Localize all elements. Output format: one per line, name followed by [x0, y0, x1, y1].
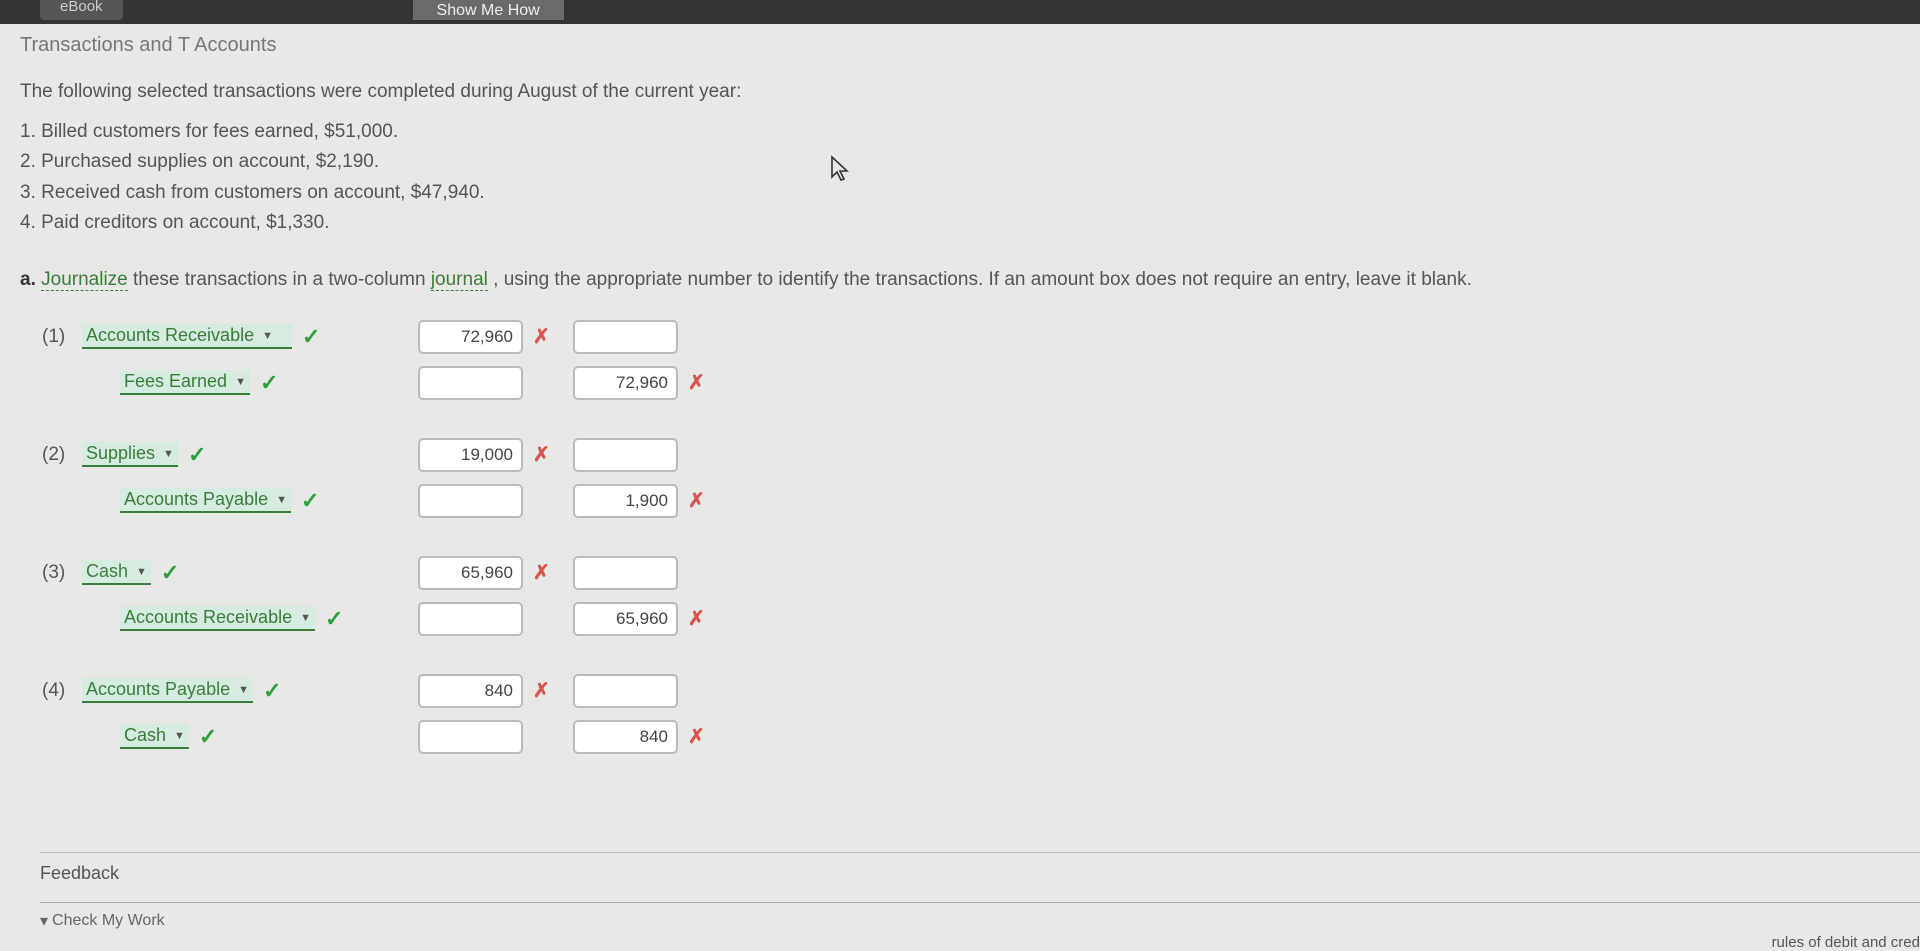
x-icon: ✗ — [533, 560, 550, 585]
check-icon: ✓ — [301, 488, 319, 514]
entry-number: (2) — [42, 444, 82, 466]
instruction-mid: these transactions in a two-column — [133, 269, 431, 290]
transaction-item: 4. Paid creditors on account, $1,330. — [20, 208, 1900, 238]
transaction-item: 1. Billed customers for fees earned, $51… — [20, 117, 1900, 147]
entry-number: (4) — [42, 680, 82, 702]
debit-input[interactable] — [418, 366, 523, 400]
page-title: Transactions and T Accounts — [20, 34, 1900, 57]
chevron-down-icon: ▼ — [238, 684, 249, 696]
entry-number: (3) — [42, 562, 82, 584]
transaction-item: 2. Purchased supplies on account, $2,190… — [20, 147, 1900, 177]
account-label: Supplies — [86, 443, 155, 464]
x-icon: ✗ — [688, 606, 705, 631]
chevron-down-icon: ▼ — [300, 612, 311, 624]
account-label: Cash — [124, 725, 166, 746]
account-select[interactable]: Accounts Payable ▼ — [120, 488, 291, 513]
check-icon: ✓ — [263, 678, 281, 704]
credit-input[interactable] — [573, 602, 678, 636]
cursor-icon — [830, 155, 852, 190]
journal-row-credit: Accounts Payable ▼ ✓ ✗ — [42, 481, 1900, 521]
account-label: Fees Earned — [124, 371, 227, 392]
instruction-prefix: a. — [20, 269, 41, 290]
top-bar: eBook Show Me How — [0, 0, 1920, 24]
journal-row-credit: Cash ▼ ✓ ✗ — [42, 717, 1900, 757]
account-select[interactable]: Cash ▼ — [120, 724, 189, 749]
x-icon: ✗ — [688, 724, 705, 749]
debit-input[interactable] — [418, 556, 523, 590]
credit-input[interactable] — [573, 366, 678, 400]
feedback-title: Feedback — [40, 853, 1920, 903]
link-journalize[interactable]: Journalize — [41, 269, 128, 291]
x-icon: ✗ — [688, 488, 705, 513]
chevron-down-icon: ▼ — [174, 730, 185, 742]
account-select[interactable]: Accounts Receivable ▼ — [82, 324, 292, 349]
journal-group: (2) Supplies ▼ ✓ ✗ — [42, 435, 1900, 521]
chevron-down-icon: ▼ — [136, 566, 147, 578]
account-label: Cash — [86, 561, 128, 582]
journal-row-credit: Accounts Receivable ▼ ✓ ✗ — [42, 599, 1900, 639]
content-area: Transactions and T Accounts The followin… — [0, 24, 1920, 757]
debit-input[interactable] — [418, 320, 523, 354]
debit-input[interactable] — [418, 438, 523, 472]
account-label: Accounts Payable — [86, 679, 230, 700]
credit-input[interactable] — [573, 674, 678, 708]
check-work-label: Check My Work — [52, 912, 165, 930]
x-icon: ✗ — [533, 324, 550, 349]
instruction-rest: , using the appropriate number to identi… — [493, 269, 1472, 290]
journal-row-debit: (3) Cash ▼ ✓ ✗ — [42, 553, 1900, 593]
tab-show-me-how[interactable]: Show Me How — [413, 0, 564, 20]
tab-ebook[interactable]: eBook — [40, 0, 123, 20]
credit-input[interactable] — [573, 720, 678, 754]
journal-group: (4) Accounts Payable ▼ ✓ ✗ — [42, 671, 1900, 757]
chevron-down-icon: ▼ — [235, 376, 246, 388]
check-icon: ✓ — [161, 560, 179, 586]
instruction-text: a. Journalize these transactions in a tw… — [20, 269, 1900, 291]
check-icon: ✓ — [325, 606, 343, 632]
account-select[interactable]: Fees Earned ▼ — [120, 370, 250, 395]
intro-text: The following selected transactions were… — [20, 81, 1900, 103]
transaction-list: 1. Billed customers for fees earned, $51… — [20, 117, 1900, 239]
journal-entries: (1) Accounts Receivable ▼ ✓ ✗ — [20, 317, 1900, 757]
account-select[interactable]: Supplies ▼ — [82, 442, 178, 467]
cutoff-text: rules of debit and cred — [1772, 934, 1920, 951]
check-icon: ✓ — [302, 324, 320, 350]
debit-input[interactable] — [418, 602, 523, 636]
debit-input[interactable] — [418, 484, 523, 518]
account-label: Accounts Receivable — [86, 325, 254, 346]
credit-input[interactable] — [573, 484, 678, 518]
debit-input[interactable] — [418, 674, 523, 708]
account-label: Accounts Payable — [124, 489, 268, 510]
account-label: Accounts Receivable — [124, 607, 292, 628]
link-journal[interactable]: journal — [431, 269, 488, 291]
credit-input[interactable] — [573, 320, 678, 354]
account-select[interactable]: Accounts Payable ▼ — [82, 678, 253, 703]
feedback-section: Feedback ▾ Check My Work — [40, 852, 1920, 931]
check-my-work-button[interactable]: ▾ Check My Work — [40, 911, 1920, 931]
transaction-item: 3. Received cash from customers on accou… — [20, 178, 1900, 208]
credit-input[interactable] — [573, 438, 678, 472]
account-select[interactable]: Cash ▼ — [82, 560, 151, 585]
chevron-down-icon: ▼ — [262, 330, 273, 342]
check-icon: ✓ — [188, 442, 206, 468]
check-icon: ✓ — [199, 724, 217, 750]
journal-row-debit: (1) Accounts Receivable ▼ ✓ ✗ — [42, 317, 1900, 357]
x-icon: ✗ — [533, 678, 550, 703]
journal-row-debit: (2) Supplies ▼ ✓ ✗ — [42, 435, 1900, 475]
check-icon: ✓ — [260, 370, 278, 396]
entry-number: (1) — [42, 326, 82, 348]
chevron-down-icon: ▾ — [40, 911, 48, 931]
x-icon: ✗ — [688, 370, 705, 395]
journal-row-credit: Fees Earned ▼ ✓ ✗ — [42, 363, 1900, 403]
chevron-down-icon: ▼ — [276, 494, 287, 506]
chevron-down-icon: ▼ — [163, 448, 174, 460]
debit-input[interactable] — [418, 720, 523, 754]
x-icon: ✗ — [533, 442, 550, 467]
account-select[interactable]: Accounts Receivable ▼ — [120, 606, 315, 631]
journal-row-debit: (4) Accounts Payable ▼ ✓ ✗ — [42, 671, 1900, 711]
journal-group: (3) Cash ▼ ✓ ✗ — [42, 553, 1900, 639]
credit-input[interactable] — [573, 556, 678, 590]
journal-group: (1) Accounts Receivable ▼ ✓ ✗ — [42, 317, 1900, 403]
